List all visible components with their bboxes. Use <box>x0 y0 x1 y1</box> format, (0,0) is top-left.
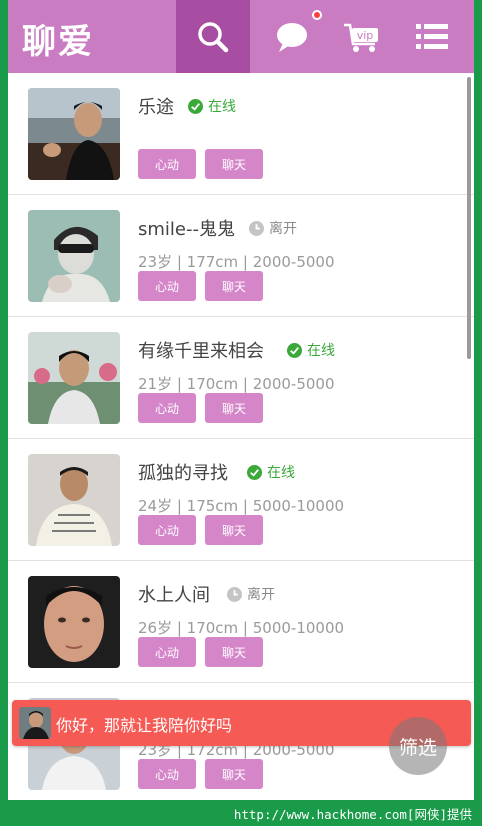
user-row[interactable]: 乐途 在线 心动 聊天 <box>8 73 474 195</box>
chat-button[interactable]: 聊天 <box>205 149 263 179</box>
chat-button[interactable]: 聊天 <box>205 637 263 667</box>
avatar[interactable] <box>28 454 120 546</box>
top-navigation-bar: 聊爱 vip <box>8 0 474 73</box>
avatar[interactable] <box>28 332 120 424</box>
status-text: 离开 <box>247 587 275 603</box>
status-badge: 在线 <box>188 96 236 116</box>
status-text: 离开 <box>269 221 297 237</box>
check-circle-icon <box>287 342 302 358</box>
filter-button[interactable]: 筛选 <box>389 717 447 775</box>
user-row[interactable]: 有缘千里来相会 在线 21岁 | 170cm | 2000-5000 心动 聊天 <box>8 317 474 439</box>
chat-button[interactable]: 聊天 <box>205 271 263 301</box>
status-text: 在线 <box>307 343 335 359</box>
clock-icon <box>227 586 242 602</box>
user-name: 乐途 <box>138 97 174 118</box>
like-button[interactable]: 心动 <box>138 149 196 179</box>
status-badge: 离开 <box>249 218 297 238</box>
check-circle-icon <box>247 464 262 480</box>
tab-search[interactable] <box>176 0 250 73</box>
like-button[interactable]: 心动 <box>138 271 196 301</box>
user-name: 孤独的寻找 <box>138 463 228 484</box>
avatar[interactable] <box>28 576 120 668</box>
tab-vip[interactable]: vip <box>332 0 392 73</box>
status-text: 在线 <box>267 465 295 481</box>
user-name: smile--鬼鬼 <box>138 219 235 240</box>
status-badge: 在线 <box>247 462 295 482</box>
app-logo: 聊爱 <box>22 22 94 62</box>
user-meta: 21岁 | 170cm | 2000-5000 <box>138 375 335 393</box>
user-row[interactable]: smile--鬼鬼 离开 23岁 | 177cm | 2000-5000 心动 … <box>8 195 474 317</box>
user-name: 有缘千里来相会 <box>138 341 264 362</box>
user-meta: 26岁 | 170cm | 5000-10000 <box>138 619 345 637</box>
status-badge: 离开 <box>227 584 275 604</box>
chat-bubble-icon <box>277 22 307 52</box>
user-name: 水上人间 <box>138 585 210 606</box>
app-screen: 聊爱 vip 乐途 在线 心动 聊天 smile--鬼鬼 离开 23岁 | 17… <box>8 0 474 826</box>
vip-label: vip <box>357 29 374 42</box>
avatar[interactable] <box>28 210 120 302</box>
avatar[interactable] <box>28 88 120 180</box>
like-button[interactable]: 心动 <box>138 637 196 667</box>
scrollbar[interactable] <box>467 77 471 359</box>
check-circle-icon <box>188 98 203 114</box>
sender-avatar <box>19 707 51 739</box>
like-button[interactable]: 心动 <box>138 759 196 789</box>
notification-text: 你好，那就让我陪你好吗 <box>56 716 233 735</box>
user-list[interactable]: 乐途 在线 心动 聊天 smile--鬼鬼 离开 23岁 | 177cm | 2… <box>8 73 474 801</box>
user-meta: 24岁 | 175cm | 5000-10000 <box>138 497 345 515</box>
tab-menu[interactable] <box>402 0 462 73</box>
list-menu-icon <box>416 23 448 49</box>
notification-dot <box>312 10 322 20</box>
search-icon <box>198 21 229 52</box>
status-text: 在线 <box>208 99 236 115</box>
chat-button[interactable]: 聊天 <box>205 515 263 545</box>
chat-button[interactable]: 聊天 <box>205 759 263 789</box>
user-meta: 23岁 | 177cm | 2000-5000 <box>138 253 335 271</box>
like-button[interactable]: 心动 <box>138 515 196 545</box>
footer-bar: http://www.hackhome.com[网侠]提供 <box>0 800 482 826</box>
status-badge: 在线 <box>287 340 335 360</box>
watermark-text: http://www.hackhome.com[网侠]提供 <box>233 807 472 822</box>
user-row[interactable]: 孤独的寻找 在线 24岁 | 175cm | 5000-10000 心动 聊天 <box>8 439 474 561</box>
vip-cart-icon: vip <box>344 23 378 52</box>
like-button[interactable]: 心动 <box>138 393 196 423</box>
chat-button[interactable]: 聊天 <box>205 393 263 423</box>
user-row[interactable]: 水上人间 离开 26岁 | 170cm | 5000-10000 心动 聊天 <box>8 561 474 683</box>
clock-icon <box>249 220 264 236</box>
